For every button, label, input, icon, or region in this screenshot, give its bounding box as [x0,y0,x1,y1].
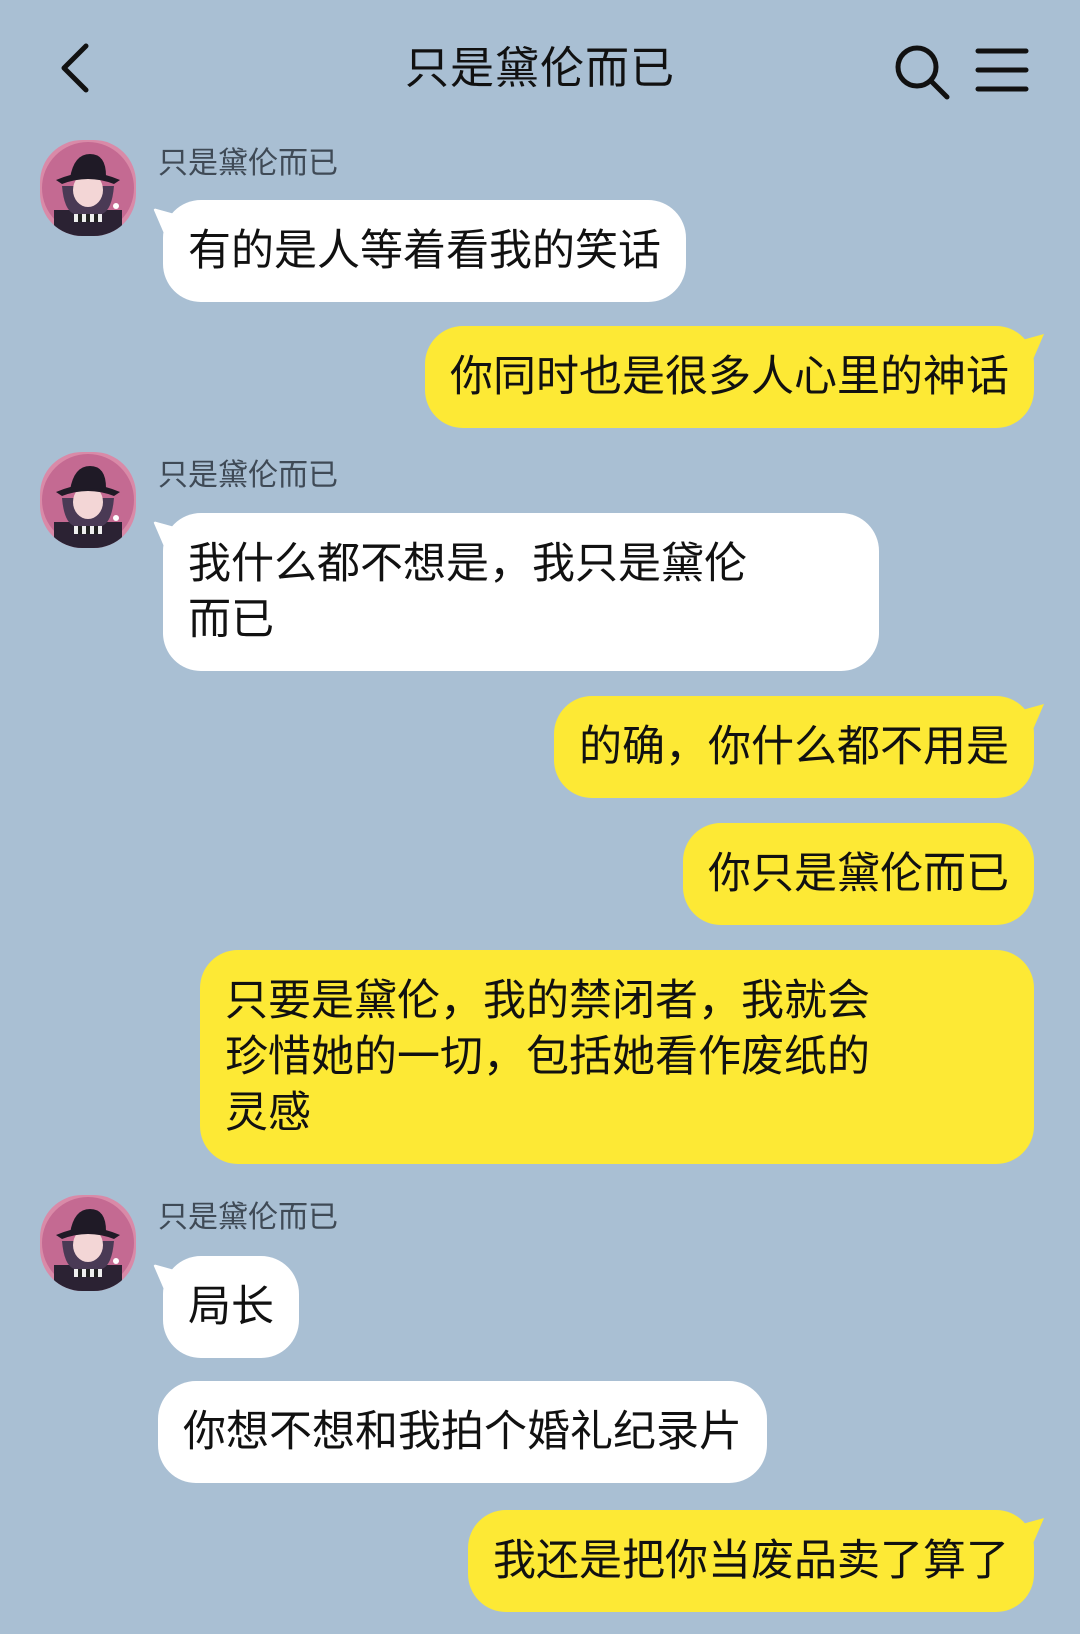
avatar-image [40,140,136,236]
message-text: 有的是人等着看我的笑话 [188,226,661,276]
contact-avatar[interactable] [40,140,136,236]
incoming-message[interactable]: 你想不想和我拍个婚礼纪录片 [158,1381,767,1483]
sender-name: 只是黛伦而已 [158,146,338,181]
outgoing-message[interactable]: 你只是黛伦而已 [683,823,1034,925]
menu-icon [975,48,1029,92]
contact-avatar[interactable] [40,452,136,548]
message-text: 你同时也是很多人心里的神话 [450,352,1009,402]
outgoing-message[interactable]: 你同时也是很多人心里的神话 [425,326,1034,428]
search-icon [895,45,950,100]
incoming-message[interactable]: 有的是人等着看我的笑话 [163,200,686,302]
message-text-line: 灵感 [225,1088,311,1138]
contact-avatar[interactable] [40,1195,136,1291]
avatar-image [40,452,136,548]
sender-name: 只是黛伦而已 [158,1200,338,1235]
avatar-image [40,1195,136,1291]
outgoing-message[interactable]: 我还是把你当废品卖了算了 [468,1510,1034,1612]
menu-button[interactable] [975,45,1029,95]
outgoing-message[interactable]: 只要是黛伦，我的禁闭者，我就会 珍惜她的一切，包括她看作废纸的 灵感 [200,950,1034,1164]
outgoing-message[interactable]: 的确，你什么都不用是 [554,696,1034,798]
message-text: 我还是把你当废品卖了算了 [493,1536,1009,1586]
incoming-message[interactable]: 局长 [163,1256,299,1358]
message-text-line: 而已 [188,595,274,645]
message-text: 局长 [188,1282,274,1332]
sender-name: 只是黛伦而已 [158,458,338,493]
message-text: 你只是黛伦而已 [708,849,1009,899]
message-text-line: 只要是黛伦，我的禁闭者，我就会 [225,976,870,1026]
message-text-line: 珍惜她的一切，包括她看作废纸的 [225,1032,870,1082]
message-text-line: 我什么都不想是，我只是黛伦 [188,539,747,589]
message-text: 的确，你什么都不用是 [579,722,1009,772]
chat-header: 只是黛伦而已 [0,0,1080,140]
incoming-message[interactable]: 我什么都不想是，我只是黛伦 而已 [163,513,879,671]
search-button[interactable] [893,43,951,101]
message-text: 你想不想和我拍个婚礼纪录片 [183,1407,742,1457]
